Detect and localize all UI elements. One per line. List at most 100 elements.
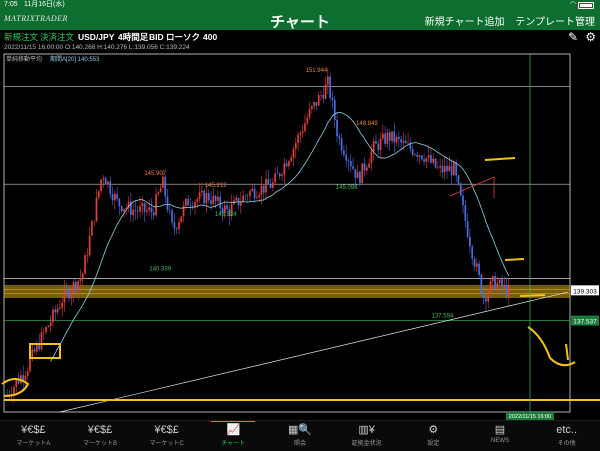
search-icon: ▦🔍	[287, 424, 313, 436]
candle-body	[269, 184, 272, 188]
candle-type-select[interactable]: ローソク	[166, 30, 200, 44]
candle-body	[299, 133, 302, 135]
candle-body	[148, 207, 151, 211]
timeframe-select[interactable]: 4時間足	[118, 30, 148, 44]
candle-body	[384, 133, 386, 144]
marker-dash	[519, 294, 546, 297]
candle-body	[65, 289, 68, 290]
candle-body	[317, 95, 320, 106]
candle-body	[97, 191, 100, 198]
candle-body	[180, 216, 183, 223]
candle-body	[425, 157, 428, 162]
candle-body	[462, 195, 464, 206]
candle-body	[489, 281, 492, 293]
tab-currency-0[interactable]: ¥€$£ マーケットA	[3, 423, 63, 447]
bid-ask-select[interactable]: BID	[149, 30, 164, 44]
candle-body	[297, 134, 299, 144]
price-annotation: 145.907	[144, 171, 166, 177]
margin-icon: ▥¥	[358, 424, 375, 436]
candle-body	[24, 375, 27, 380]
tab-chart-3[interactable]: 📈 チャート	[203, 421, 263, 447]
tab-more-8[interactable]: etc.. その他	[537, 423, 597, 447]
indicator-label: 期間A[20] 140.553	[50, 55, 100, 63]
candle-body	[308, 109, 311, 118]
tab-margin-5[interactable]: ▥¥ 証拠金状況	[337, 423, 397, 447]
candle-body	[475, 263, 478, 267]
candle-body	[290, 157, 293, 162]
candle-body	[56, 308, 59, 313]
chart-area[interactable]: 単純移動平均 期間A[20] 140.553 151.944 145.907 145…	[0, 52, 600, 420]
add-chart-button[interactable]: 新規チャート追加	[425, 17, 505, 28]
candle-body	[111, 194, 114, 201]
candle-body	[349, 161, 352, 167]
candle-body	[283, 163, 286, 175]
candle-body	[473, 258, 476, 267]
tab-currency-2[interactable]: ¥€$£ マーケットC	[137, 423, 197, 447]
candle-body	[457, 175, 460, 184]
candle-body	[189, 205, 192, 207]
candle-body	[139, 206, 141, 212]
candle-body	[102, 178, 105, 180]
settle-order-button[interactable]: 決済注文	[40, 30, 74, 44]
candle-body	[22, 375, 25, 380]
tab-currency-1[interactable]: ¥€$£ マーケットB	[70, 423, 130, 447]
tab-search-4[interactable]: ▦🔍 照会	[270, 423, 330, 447]
candle-body	[382, 133, 384, 139]
candle-body	[329, 76, 332, 98]
candle-body	[491, 276, 494, 282]
candle-body	[267, 178, 270, 185]
currency-pair-select[interactable]: USD/JPY	[78, 30, 114, 44]
candle-body	[398, 136, 400, 140]
settings-icon: ⚙	[428, 424, 439, 436]
chart-icon: 📈	[226, 424, 241, 436]
candle-body	[411, 148, 414, 155]
candle-body	[258, 195, 260, 198]
candle-body	[113, 193, 116, 201]
candle-body	[136, 210, 139, 212]
pencil-icon[interactable]: ✎	[568, 30, 578, 44]
candle-body	[354, 168, 357, 179]
candle-body	[54, 309, 57, 313]
tab-label: NEWS	[491, 438, 509, 444]
candle-body	[88, 235, 91, 256]
candle-body	[331, 97, 334, 100]
candle-body	[482, 293, 485, 299]
candle-body	[40, 332, 43, 350]
tab-settings-6[interactable]: ⚙ 設定	[403, 423, 463, 447]
candle-body	[352, 166, 354, 169]
candle-body	[365, 167, 368, 171]
candle-body	[246, 195, 249, 197]
candle-body	[416, 154, 419, 157]
candle-body	[469, 236, 471, 247]
candle-body	[278, 173, 281, 177]
candle-body	[79, 277, 82, 281]
gear-icon[interactable]: ⚙	[585, 30, 596, 44]
new-order-button[interactable]: 新規注文	[4, 30, 38, 44]
battery-icon	[578, 2, 594, 9]
candle-body	[146, 210, 148, 212]
candle-body	[324, 84, 327, 99]
candlestick-chart[interactable]: 単純移動平均 期間A[20] 140.553 151.944 145.907 145…	[0, 52, 600, 420]
candle-body	[214, 195, 217, 201]
candle-body	[459, 183, 462, 196]
price-tag: 137.537	[573, 319, 597, 326]
candle-body	[33, 349, 36, 352]
candle-body	[423, 159, 425, 162]
candle-body	[372, 141, 375, 152]
candle-body	[100, 179, 102, 192]
candle-body	[393, 131, 396, 143]
triangle-drawing	[449, 176, 495, 198]
tab-label: マーケットA	[16, 441, 51, 447]
candle-body	[315, 102, 318, 106]
template-manage-button[interactable]: テンプレート管理	[515, 17, 595, 28]
bar-count-select[interactable]: 400	[203, 30, 217, 44]
candle-body	[182, 205, 185, 217]
marker-curve	[1, 378, 30, 397]
tab-news-7[interactable]: ▤ NEWS	[470, 423, 530, 444]
candle-body	[281, 174, 283, 177]
candle-body	[443, 165, 446, 173]
candle-body	[42, 332, 45, 333]
candle-body	[375, 141, 377, 144]
indicator-name: 単純移動平均	[6, 55, 42, 63]
candle-body	[370, 151, 373, 164]
